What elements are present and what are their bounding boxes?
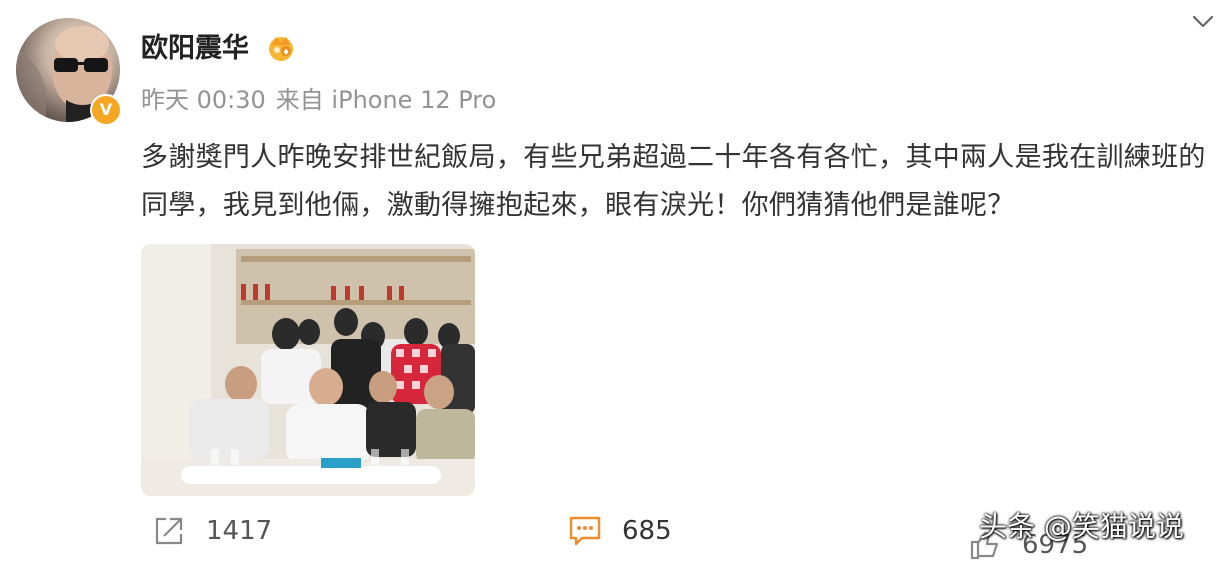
- weibo-post: V 欧阳震华 ♦ 昨天 00:30 来自 iPhone 12 Pro 多謝獎門人昨…: [0, 0, 1220, 560]
- comment-count: 685: [622, 516, 672, 546]
- post-source[interactable]: 来自 iPhone 12 Pro: [276, 86, 497, 114]
- post-meta: 昨天 00:30 来自 iPhone 12 Pro: [141, 80, 506, 115]
- verified-badge-icon: V: [90, 94, 122, 126]
- post-time: 昨天 00:30: [141, 86, 266, 114]
- watermark: 头条 @笑猫说说: [979, 510, 1184, 543]
- repost-count: 1417: [206, 516, 273, 546]
- comment-icon: [569, 516, 601, 546]
- share-icon: [155, 517, 183, 545]
- svg-text:♦: ♦: [282, 48, 290, 58]
- username[interactable]: 欧阳震华: [141, 26, 249, 65]
- group-photo: [141, 244, 475, 496]
- post-text: 多謝獎門人昨晚安排世紀飯局，有些兄弟超過二十年各有各忙，其中兩人是我在訓練班的同…: [141, 142, 1206, 221]
- post-photo[interactable]: [141, 244, 475, 496]
- crown-badge-icon[interactable]: ♦: [266, 32, 296, 62]
- repost-button[interactable]: 1417: [152, 514, 272, 548]
- chevron-down-icon[interactable]: [1192, 14, 1214, 30]
- comment-button[interactable]: 685: [568, 514, 672, 548]
